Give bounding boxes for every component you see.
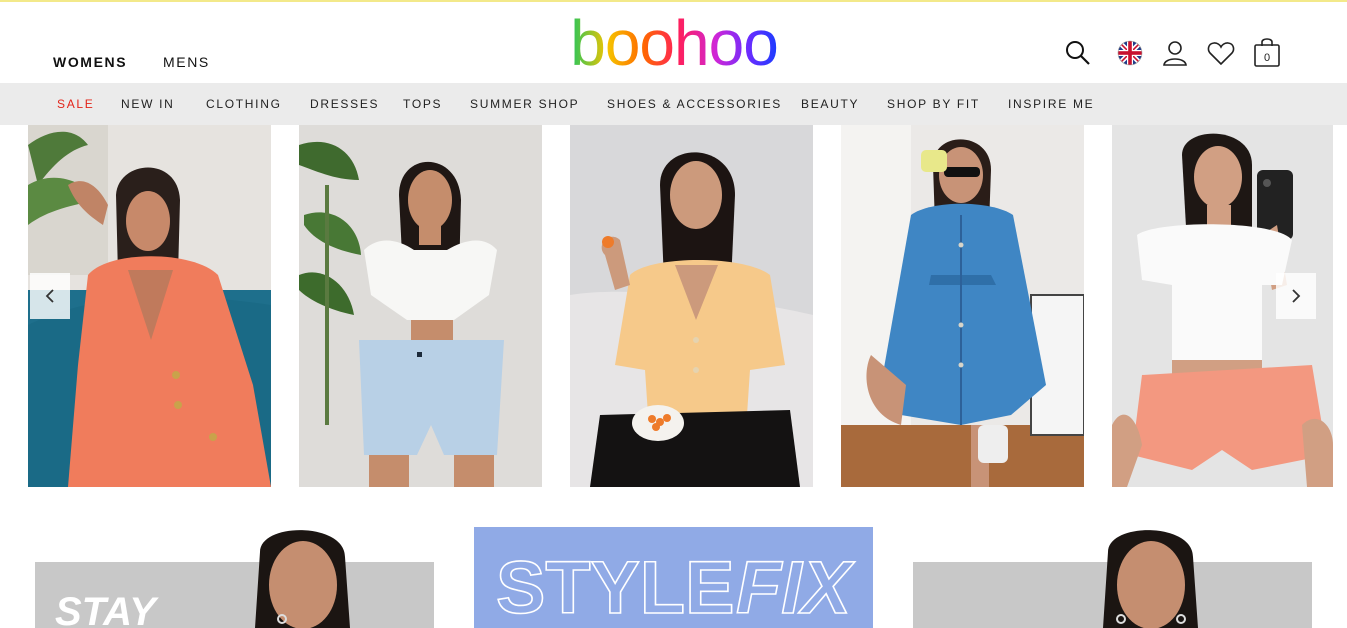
chevron-right-icon xyxy=(1292,289,1301,303)
carousel-next-button[interactable] xyxy=(1276,273,1316,319)
main-navigation: SALE NEW IN CLOTHING DRESSES TOPS SUMMER… xyxy=(0,83,1347,125)
banner-stylefix-text-fix: FIX xyxy=(736,546,856,628)
nav-clothing[interactable]: CLOTHING xyxy=(206,97,282,111)
wishlist-heart-icon[interactable] xyxy=(1207,38,1235,68)
mens-link[interactable]: MENS xyxy=(163,54,210,70)
nav-new-in[interactable]: NEW IN xyxy=(121,97,175,111)
svg-text:boohoo: boohoo xyxy=(570,12,778,72)
uk-flag-icon[interactable] xyxy=(1116,38,1144,68)
banner-stylefix[interactable]: STYLE FIX xyxy=(474,527,873,628)
product-image-denim-dress[interactable] xyxy=(841,125,1084,487)
banner-model-portrait[interactable] xyxy=(913,527,1312,628)
shopping-bag-icon[interactable]: 0 xyxy=(1253,36,1281,68)
nav-inspire-me[interactable]: INSPIRE ME xyxy=(1008,97,1094,111)
product-image-puff-sleeve-top-shorts[interactable] xyxy=(299,125,542,487)
product-carousel xyxy=(0,125,1347,487)
chevron-left-icon xyxy=(45,289,54,303)
account-icon[interactable] xyxy=(1161,38,1189,68)
site-header: WOMENS MENS boohoo 0 xyxy=(0,2,1347,83)
nav-shoes-accessories[interactable]: SHOES & ACCESSORIES xyxy=(607,97,782,111)
banner-stay[interactable]: STAY xyxy=(35,527,434,628)
carousel-prev-button[interactable] xyxy=(30,273,70,319)
search-icon[interactable] xyxy=(1064,38,1092,68)
womens-link[interactable]: WOMENS xyxy=(53,54,127,70)
nav-dresses[interactable]: DRESSES xyxy=(310,97,379,111)
nav-tops[interactable]: TOPS xyxy=(403,97,442,111)
banner-stay-text: STAY xyxy=(55,590,159,628)
banner-stylefix-text-style: STYLE xyxy=(496,546,734,628)
boohoo-logo[interactable]: boohoo xyxy=(562,12,786,72)
bag-count: 0 xyxy=(1264,52,1270,64)
product-image-peach-knit-shirt[interactable] xyxy=(570,125,813,487)
nav-summer-shop[interactable]: SUMMER SHOP xyxy=(470,97,579,111)
nav-shop-by-fit[interactable]: SHOP BY FIT xyxy=(887,97,980,111)
nav-beauty[interactable]: BEAUTY xyxy=(801,97,859,111)
nav-sale[interactable]: SALE xyxy=(57,97,95,111)
